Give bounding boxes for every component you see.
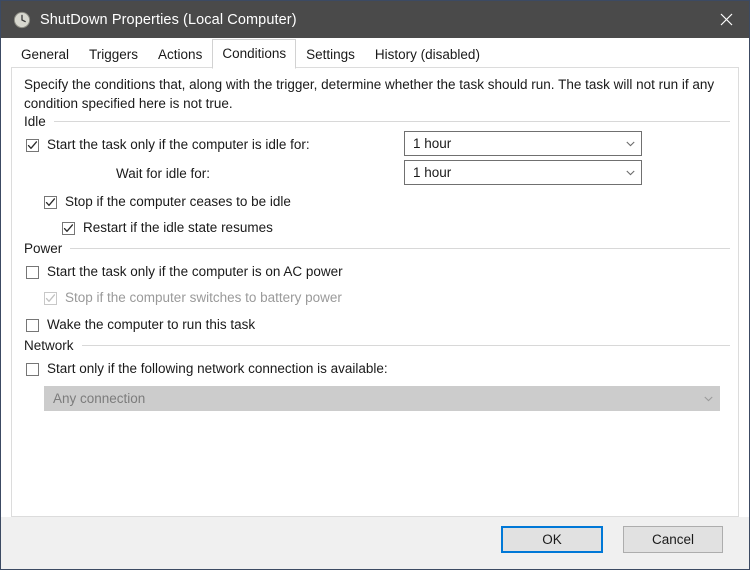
combo-wait-duration[interactable]: 1 hour (404, 160, 642, 185)
group-rule-power (70, 248, 730, 249)
group-title-idle: Idle (24, 114, 46, 129)
label-wake-computer: Wake the computer to run this task (47, 317, 255, 333)
group-header-network: Network (24, 338, 730, 353)
checkbox-row-wake-computer[interactable]: Wake the computer to run this task (26, 317, 255, 333)
tab-settings[interactable]: Settings (296, 42, 365, 68)
group-title-network: Network (24, 338, 74, 353)
group-header-power: Power (24, 241, 730, 256)
chevron-down-icon (619, 141, 641, 147)
tab-triggers[interactable]: Triggers (79, 42, 148, 68)
tab-history[interactable]: History (disabled) (365, 42, 490, 68)
label-restart-if-idle-resumes: Restart if the idle state resumes (83, 220, 273, 236)
panel-description: Specify the conditions that, along with … (24, 76, 730, 113)
combo-network-connection-value: Any connection (53, 391, 697, 406)
ok-button[interactable]: OK (501, 526, 603, 553)
label-start-if-network: Start only if the following network conn… (47, 361, 388, 377)
checkbox-stop-if-ceases-idle[interactable] (44, 196, 57, 209)
chevron-down-icon (619, 170, 641, 176)
checkbox-restart-if-idle-resumes[interactable] (62, 222, 75, 235)
tab-actions[interactable]: Actions (148, 42, 212, 68)
label-stop-if-battery: Stop if the computer switches to battery… (65, 290, 342, 306)
window-title: ShutDown Properties (Local Computer) (40, 12, 297, 28)
dialog-footer: OK Cancel (1, 517, 749, 569)
clock-icon (13, 11, 31, 29)
tab-general[interactable]: General (11, 42, 79, 68)
cancel-button[interactable]: Cancel (623, 526, 723, 553)
chevron-down-icon (697, 396, 719, 402)
group-title-power: Power (24, 241, 62, 256)
checkbox-row-start-if-ac-power[interactable]: Start the task only if the computer is o… (26, 264, 343, 280)
label-start-if-ac-power: Start the task only if the computer is o… (47, 264, 343, 280)
checkbox-row-restart-if-idle-resumes[interactable]: Restart if the idle state resumes (62, 220, 273, 236)
checkbox-start-if-ac-power[interactable] (26, 266, 39, 279)
checkbox-wake-computer[interactable] (26, 319, 39, 332)
checkbox-row-stop-if-battery: Stop if the computer switches to battery… (44, 290, 342, 306)
combo-idle-duration[interactable]: 1 hour (404, 131, 642, 156)
conditions-panel: Specify the conditions that, along with … (11, 68, 739, 517)
checkbox-start-if-network[interactable] (26, 363, 39, 376)
checkbox-row-start-if-idle[interactable]: Start the task only if the computer is i… (26, 137, 310, 153)
label-stop-if-ceases-idle: Stop if the computer ceases to be idle (65, 194, 291, 210)
checkbox-row-start-if-network[interactable]: Start only if the following network conn… (26, 361, 388, 377)
tab-strip: General Triggers Actions Conditions Sett… (1, 38, 749, 68)
checkbox-row-stop-if-ceases-idle[interactable]: Stop if the computer ceases to be idle (44, 194, 291, 210)
tab-conditions[interactable]: Conditions (212, 39, 296, 69)
label-wait-for-idle: Wait for idle for: (116, 166, 210, 182)
combo-network-connection: Any connection (44, 386, 720, 411)
combo-idle-duration-value: 1 hour (413, 136, 619, 151)
combo-wait-duration-value: 1 hour (413, 165, 619, 180)
group-rule-idle (54, 121, 730, 122)
group-rule-network (82, 345, 730, 346)
group-header-idle: Idle (24, 114, 730, 129)
checkbox-stop-if-battery (44, 292, 57, 305)
close-icon[interactable] (703, 1, 749, 38)
title-bar: ShutDown Properties (Local Computer) (1, 1, 749, 38)
properties-dialog-window: ShutDown Properties (Local Computer) Gen… (0, 0, 750, 570)
label-start-if-idle: Start the task only if the computer is i… (47, 137, 310, 153)
checkbox-start-if-idle[interactable] (26, 139, 39, 152)
